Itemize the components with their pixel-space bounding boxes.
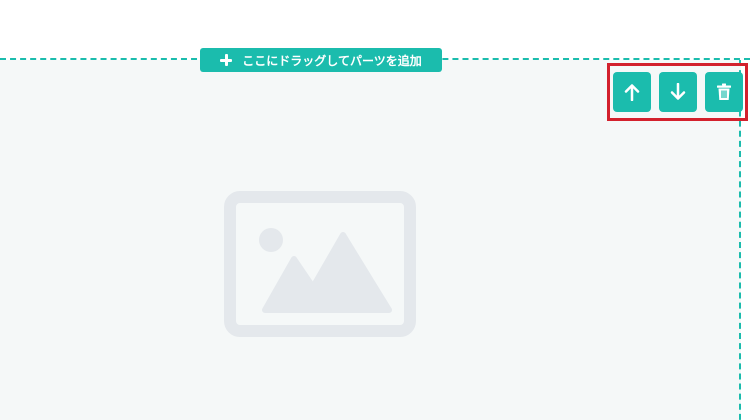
- image-placeholder-icon: [224, 191, 416, 337]
- delete-button[interactable]: [705, 72, 743, 112]
- add-part-label: ここにドラッグしてパーツを追加: [242, 53, 422, 68]
- move-up-button[interactable]: [613, 72, 651, 112]
- arrow-down-icon: [670, 83, 686, 100]
- arrow-up-icon: [624, 84, 640, 101]
- block-controls: [613, 72, 743, 112]
- editor-canvas: ここにドラッグしてパーツを追加: [0, 0, 750, 420]
- plus-icon: [220, 54, 233, 66]
- previous-block-text: [190, 0, 460, 8]
- add-part-button[interactable]: ここにドラッグしてパーツを追加: [200, 48, 442, 72]
- move-down-button[interactable]: [659, 72, 697, 112]
- trash-icon: [717, 83, 731, 100]
